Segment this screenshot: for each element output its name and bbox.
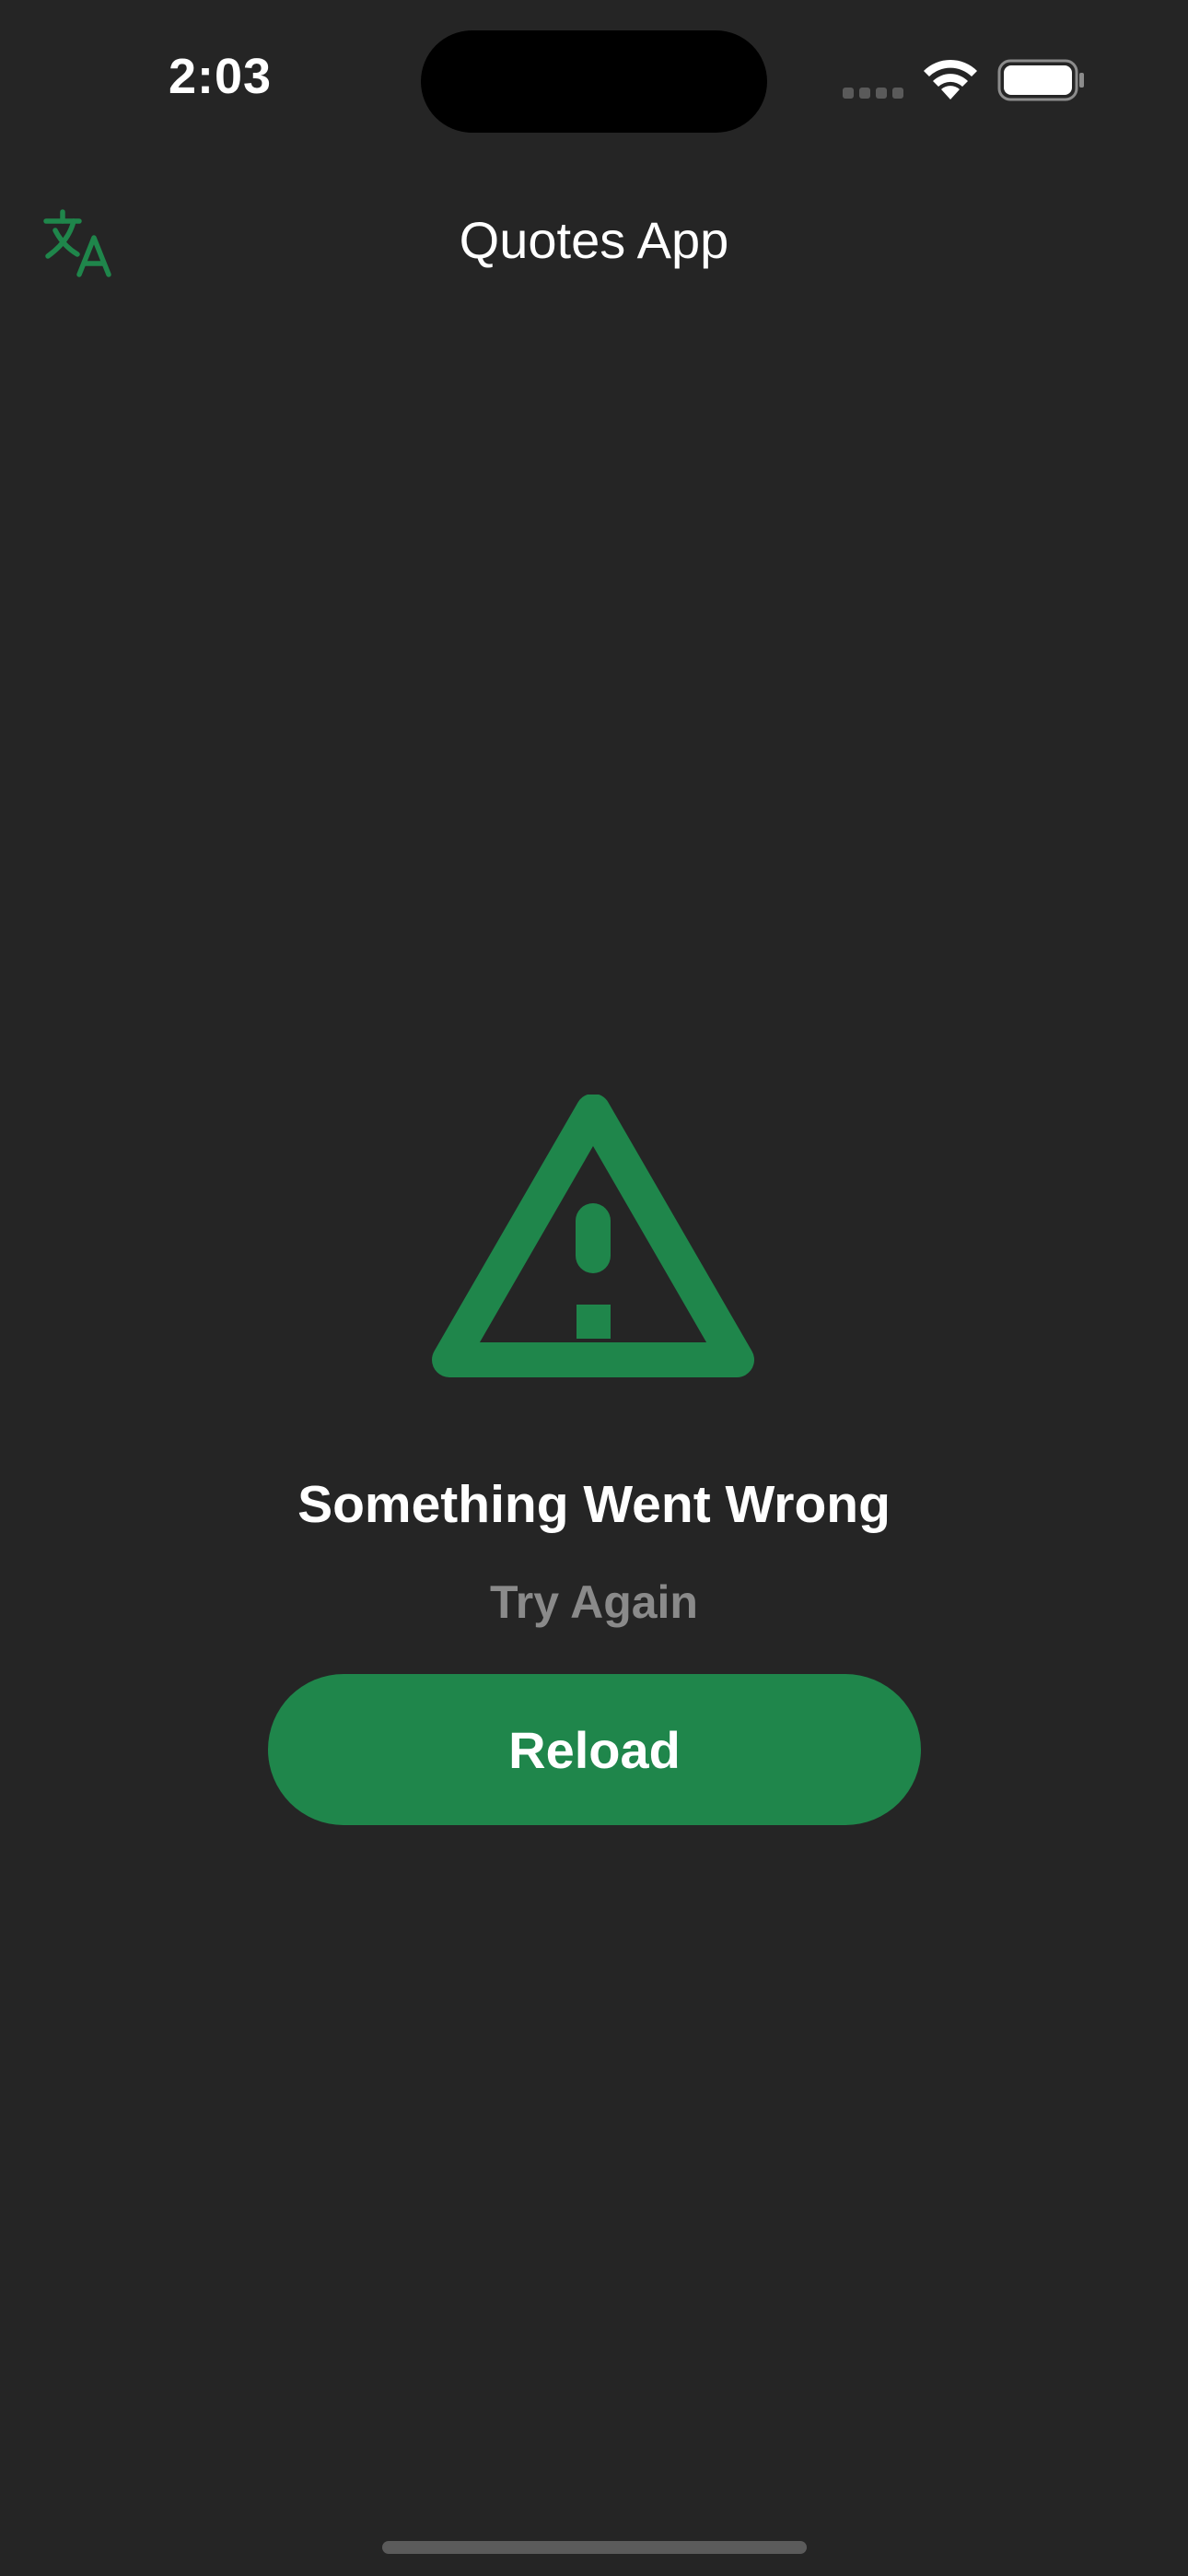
- error-subtitle: Try Again: [490, 1576, 698, 1628]
- reload-button-label: Reload: [508, 1720, 681, 1779]
- dynamic-island: [421, 30, 767, 133]
- reload-button[interactable]: Reload: [268, 1674, 921, 1825]
- home-indicator[interactable]: [382, 2541, 807, 2554]
- battery-icon: [997, 59, 1084, 101]
- page-title: Quotes App: [459, 211, 729, 269]
- cellular-signal-icon: [843, 88, 903, 99]
- wifi-icon: [924, 59, 977, 100]
- warning-icon: [432, 1095, 754, 1377]
- status-time: 2:03: [169, 49, 273, 104]
- error-title: Something Went Wrong: [297, 1475, 891, 1534]
